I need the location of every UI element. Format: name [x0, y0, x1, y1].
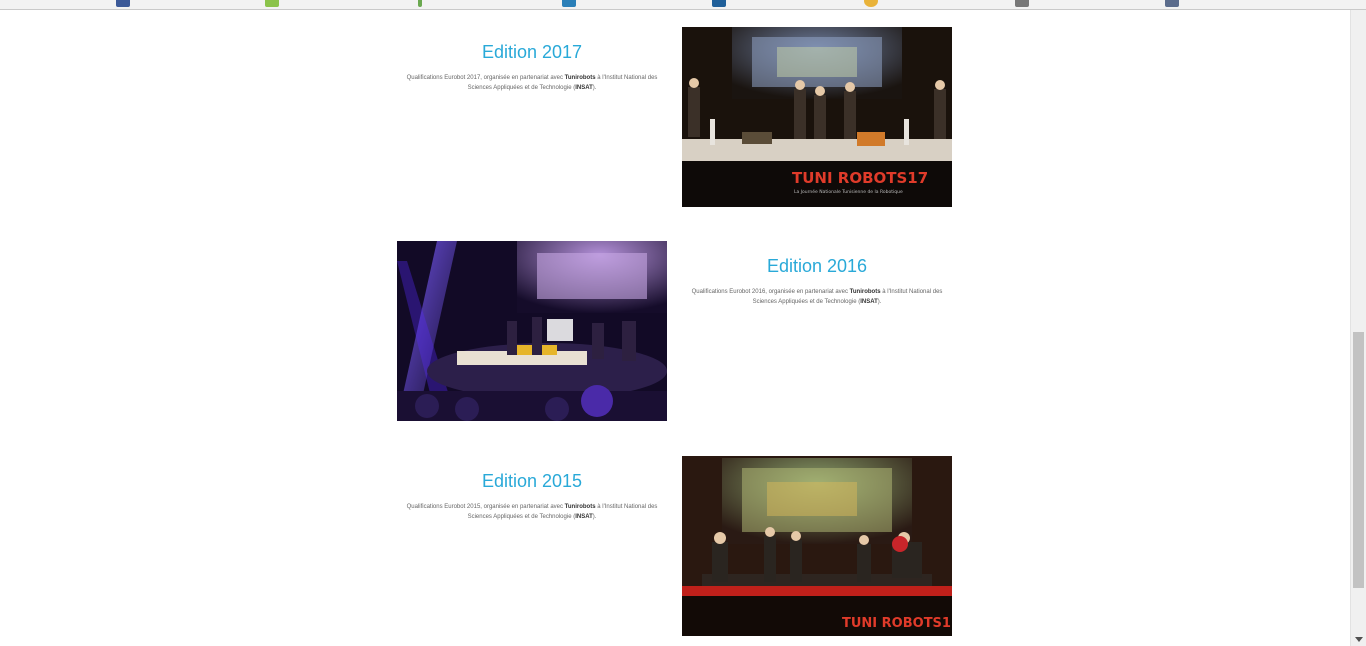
edition-2017-photo[interactable]: TUNI ROBOTS17 La Journée Nationale Tunis…	[682, 27, 952, 207]
vertical-scrollbar[interactable]	[1350, 10, 1366, 646]
bookmark-icon[interactable]	[562, 0, 576, 7]
bookmark-icon[interactable]	[1165, 0, 1179, 7]
bookmark-icon[interactable]	[418, 0, 422, 7]
facebook-bookmark-icon[interactable]	[116, 0, 130, 7]
photo-subcaption: La Journée Nationale Tunisienne de la Ro…	[794, 188, 903, 195]
edition-2017-text: Edition 2017 Qualifications Eurobot 2017…	[397, 41, 667, 93]
edition-description: Qualifications Eurobot 2017, organisée e…	[406, 75, 658, 91]
edition-description: Qualifications Eurobot 2015, organisée e…	[406, 504, 658, 520]
photo-caption: TUNI ROBOTS15	[842, 616, 952, 631]
edition-2015-photo[interactable]: TUNI ROBOTS15	[682, 456, 952, 636]
bookmarks-bar	[0, 0, 1366, 10]
edition-title: Edition 2015	[481, 471, 583, 491]
edition-title: Edition 2016	[766, 256, 868, 276]
bookmark-icon[interactable]	[864, 0, 878, 7]
bookmark-icon[interactable]	[712, 0, 726, 7]
editions-page: Edition 2017 Qualifications Eurobot 2017…	[0, 10, 1350, 646]
edition-2016-text: Edition 2016 Qualifications Eurobot 2016…	[682, 255, 952, 307]
edition-description: Qualifications Eurobot 2016, organisée e…	[691, 289, 943, 305]
scroll-down-arrow-icon[interactable]	[1355, 637, 1363, 642]
bookmark-icon[interactable]	[1015, 0, 1029, 7]
bookmark-icon[interactable]	[265, 0, 279, 7]
edition-title: Edition 2017	[481, 42, 583, 62]
edition-2016-photo[interactable]	[397, 241, 667, 421]
edition-2015-text: Edition 2015 Qualifications Eurobot 2015…	[397, 470, 667, 522]
scrollbar-thumb[interactable]	[1353, 332, 1364, 588]
photo-caption: TUNI ROBOTS17	[792, 169, 928, 187]
